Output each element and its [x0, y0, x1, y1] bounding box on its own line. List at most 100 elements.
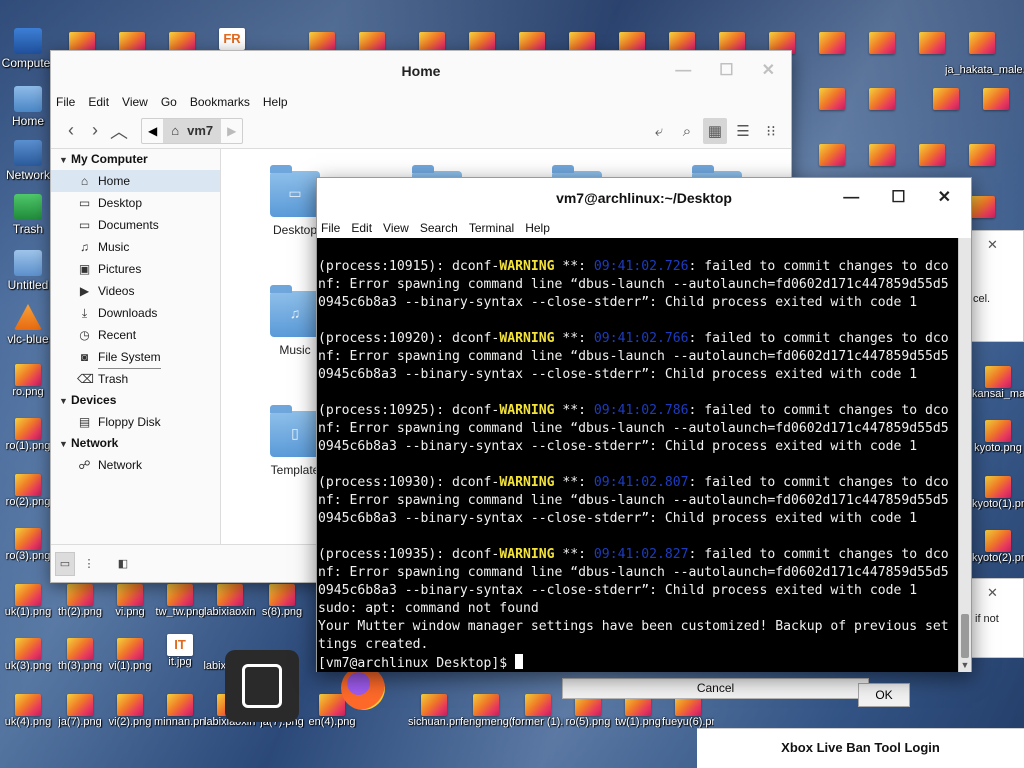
menu-view[interactable]: View — [383, 221, 409, 235]
close-icon[interactable]: ✕ — [971, 579, 1023, 601]
sidebar-item-file-system[interactable]: ◙ File System — [51, 346, 220, 369]
terminal-titlebar[interactable]: vm7@archlinux:~/Desktop — ☐ ✕ — [317, 178, 971, 218]
open-terminal-icon[interactable]: ⤶ — [647, 118, 671, 144]
desktop-file[interactable]: ja(7).png — [54, 694, 106, 728]
icon-view-icon[interactable]: ▦ — [703, 118, 727, 144]
sidebar-item-floppy[interactable]: ▤ Floppy Disk — [51, 411, 220, 433]
path-left-arrow-icon[interactable]: ◀ — [142, 119, 163, 143]
search-icon[interactable]: ⌕ — [675, 118, 699, 144]
sidebar-item-desktop[interactable]: ▭ Desktop — [51, 192, 220, 214]
menu-edit[interactable]: Edit — [88, 95, 109, 109]
desktop-file[interactable] — [856, 88, 908, 110]
desktop-file[interactable]: tw(1).png — [612, 694, 664, 728]
desktop-file[interactable] — [906, 32, 958, 54]
desktop-file[interactable]: labixiaoxin(2).png — [204, 584, 256, 618]
desktop-file[interactable]: vi(1).png — [104, 638, 156, 672]
sidebar-heading-my-computer[interactable]: ▼ My Computer — [51, 149, 220, 170]
menu-terminal[interactable]: Terminal — [469, 221, 514, 235]
desktop-file[interactable] — [806, 144, 858, 166]
desktop-icon-home[interactable]: Home — [0, 86, 56, 128]
terminal-scrollbar[interactable]: ▼ — [958, 238, 971, 672]
desktop-file[interactable]: sichuan.png — [408, 694, 460, 728]
desktop-file[interactable]: fengmeng(5).png — [460, 694, 512, 728]
menu-file[interactable]: File — [321, 221, 340, 235]
desktop-file[interactable]: former (1).png — [512, 694, 564, 728]
xbox-login-window-title[interactable]: Xbox Live Ban Tool Login — [697, 728, 1024, 768]
desktop-file[interactable] — [806, 32, 858, 54]
compact-view-icon[interactable]: ⁝⁝ — [759, 118, 783, 144]
desktop-icon-untitled[interactable]: Untitled — [0, 250, 56, 292]
sidebar-heading-network[interactable]: ▼ Network — [51, 433, 220, 454]
sidebar-item-recent[interactable]: ◷ Recent — [51, 324, 220, 346]
desktop-icon-computer[interactable]: Computer — [0, 28, 56, 70]
close-icon[interactable]: ✕ — [971, 231, 1023, 253]
menu-view[interactable]: View — [122, 95, 148, 109]
desktop-file[interactable]: minnan.png — [154, 694, 206, 728]
desktop-file[interactable]: kyoto(2).png — [972, 530, 1024, 564]
desktop-file[interactable]: th(2).png — [54, 584, 106, 618]
desktop-file[interactable]: vi.png — [104, 584, 156, 618]
desktop-file[interactable]: th(3).png — [54, 638, 106, 672]
close-icon[interactable]: ✕ — [762, 51, 775, 91]
menu-help[interactable]: Help — [263, 95, 288, 109]
menu-bookmarks[interactable]: Bookmarks — [190, 95, 250, 109]
path-segment-home[interactable]: ⌂ vm7 — [163, 118, 222, 143]
file-manager-titlebar[interactable]: Home — ☐ ✕ — [51, 51, 791, 91]
menu-search[interactable]: Search — [420, 221, 458, 235]
desktop-file[interactable]: kyoto.png — [972, 420, 1024, 454]
sidebar-item-music[interactable]: ♫ Music — [51, 236, 220, 258]
desktop-file[interactable] — [956, 32, 1008, 54]
maximize-icon[interactable]: ☐ — [891, 178, 905, 218]
desktop-file[interactable]: fueyu(6).png — [662, 694, 714, 728]
desktop-icon-vlc[interactable]: vlc-blue — [0, 304, 56, 346]
desktop-file[interactable]: uk(1).png — [2, 584, 54, 618]
desktop-file[interactable]: vi(2).png — [104, 694, 156, 728]
close-icon[interactable]: ✕ — [938, 178, 951, 218]
forward-icon[interactable]: › — [83, 118, 107, 144]
desktop-file[interactable]: uk(4).png — [2, 694, 54, 728]
menu-edit[interactable]: Edit — [351, 221, 372, 235]
menu-go[interactable]: Go — [161, 95, 177, 109]
ok-button[interactable]: OK — [858, 683, 910, 707]
cancel-button[interactable]: Cancel — [562, 678, 869, 699]
sidebar-item-videos[interactable]: ▶ Videos — [51, 280, 220, 302]
sidebar-item-network[interactable]: ☍ Network — [51, 454, 220, 476]
list-view-icon[interactable]: ☰ — [731, 118, 755, 144]
sidebar-item-trash[interactable]: ⌫ Trash — [51, 368, 220, 390]
desktop-file[interactable] — [856, 32, 908, 54]
show-treeview-icon[interactable]: ⋮ — [79, 552, 99, 576]
desktop-file[interactable] — [920, 88, 972, 110]
minimize-icon[interactable]: — — [675, 51, 691, 91]
desktop-file[interactable]: ro.png — [2, 364, 54, 398]
sidebar-item-pictures[interactable]: ▣ Pictures — [51, 258, 220, 280]
path-right-arrow-icon[interactable]: ▶ — [221, 119, 242, 143]
sidebar-item-documents[interactable]: ▭ Documents — [51, 214, 220, 236]
desktop-file[interactable]: kyoto(1).png — [972, 476, 1024, 510]
desktop-file[interactable]: tw_tw.png — [154, 584, 206, 618]
show-places-icon[interactable]: ▭ — [55, 551, 75, 576]
menu-help[interactable]: Help — [525, 221, 550, 235]
desktop-file[interactable] — [970, 88, 1022, 110]
desktop-icon-trash[interactable]: Trash — [0, 194, 56, 236]
desktop-file[interactable]: ro(2).png — [2, 474, 54, 508]
minimize-icon[interactable]: — — [843, 178, 859, 218]
desktop-file-fr[interactable]: FR — [206, 28, 258, 50]
hide-sidebar-icon[interactable]: ◧ — [113, 552, 133, 576]
up-icon[interactable]: ︿ — [107, 118, 131, 144]
desktop-file[interactable] — [956, 144, 1008, 166]
desktop-file[interactable]: kansai_male(2).png — [972, 366, 1024, 400]
desktop-file[interactable]: ro(1).png — [2, 418, 54, 452]
sidebar-item-home[interactable]: ⌂ Home — [51, 170, 220, 192]
desktop-file[interactable] — [856, 144, 908, 166]
desktop-file[interactable]: ro(5).png — [562, 694, 614, 728]
desktop-icon-network[interactable]: Network — [0, 140, 56, 182]
terminal-output[interactable]: (process:10915): dconf-WARNING **: 09:41… — [317, 238, 960, 672]
sidebar-item-downloads[interactable]: ⤓ Downloads — [51, 302, 220, 324]
scrollbar-thumb[interactable] — [961, 614, 969, 658]
desktop-file[interactable]: s(8).png — [256, 584, 308, 618]
sidebar-heading-devices[interactable]: ▼ Devices — [51, 390, 220, 411]
desktop-file[interactable] — [906, 144, 958, 166]
desktop-file[interactable]: ro(3).png — [2, 528, 54, 562]
scroll-down-icon[interactable]: ▼ — [959, 658, 971, 672]
back-icon[interactable]: ‹ — [59, 118, 83, 144]
